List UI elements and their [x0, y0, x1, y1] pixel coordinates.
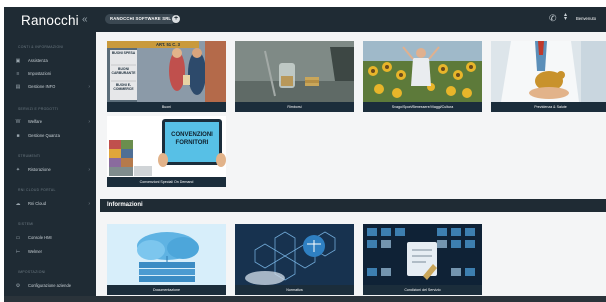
- chevron-right-icon: ›: [88, 118, 90, 125]
- card-image-title: FORNITORI: [175, 140, 209, 146]
- bracket-icon: ⊢: [15, 248, 21, 255]
- app-window: Ranocchi « CONTI & INFORMAZIONI ▣ Assist…: [4, 7, 606, 302]
- card-image: [235, 41, 354, 102]
- sidebar-item-label: Gestione Quanza: [28, 133, 60, 138]
- chevron-right-icon: ›: [88, 83, 90, 90]
- card-image: CONVENZIONI FORNITORI: [107, 116, 226, 177]
- sidebar-section-label: CONTI & INFORMAZIONI: [18, 45, 64, 49]
- sidebar-item-rni-cloud[interactable]: ☁ Rni Cloud ›: [14, 199, 94, 208]
- sliders-icon: ≡: [16, 70, 20, 77]
- sidebar-section-label: SISTEMI: [18, 222, 34, 226]
- section-title: Informazioni: [107, 202, 143, 208]
- card-image-header: ART. 51 C. 3: [156, 42, 180, 47]
- sidebar-item-label: Welmer: [28, 249, 43, 254]
- collapse-sidebar-icon[interactable]: «: [82, 14, 88, 25]
- sidebar-item-label: Gestione INFO: [28, 84, 56, 89]
- card-caption: Svago/Sport/Benessere/Viaggi/Cultura: [363, 102, 482, 112]
- bottom-strip: [4, 296, 606, 302]
- user-menu[interactable]: Benvenuto: [576, 16, 596, 21]
- welfare-icon: W: [15, 118, 21, 125]
- card-condizioni[interactable]: Condizioni del Servizio: [363, 224, 482, 295]
- gear-icon: ⚙: [15, 282, 21, 289]
- sidebar-item-label: Assistenza: [28, 58, 48, 63]
- card-convenzioni[interactable]: CONVENZIONI FORNITORI Convenzioni Specia…: [107, 116, 226, 187]
- card-image: ART. 51 C. 3 BUONI SPESA BUONI CARBURANT…: [107, 41, 226, 102]
- sidebar-section-label: IMPOSTAZIONI: [18, 270, 46, 274]
- main-content: ART. 51 C. 3 BUONI SPESA BUONI CARBURANT…: [96, 32, 606, 302]
- sort-arrows-icon[interactable]: ▴ ▾: [564, 12, 567, 22]
- sidebar-item-label: Console HMI: [28, 235, 52, 240]
- chevron-right-icon: ›: [88, 200, 90, 207]
- sidebar-section-label: STRUMENTI: [18, 154, 41, 158]
- sidebar-section-label: SERVIZI E PRODOTTI: [18, 107, 59, 111]
- card-image: [491, 41, 606, 102]
- card-previdenza[interactable]: Previdenza & Salute: [491, 41, 606, 112]
- sidebar-section-label: RNI CLOUD PORTAL: [18, 188, 56, 192]
- company-selector-button[interactable]: RANOCCHI SOFTWARE SRL: [105, 14, 177, 24]
- card-caption: Documentazione: [107, 285, 226, 295]
- add-company-icon[interactable]: +: [172, 15, 180, 23]
- card-svago[interactable]: Svago/Sport/Benessere/Viaggi/Cultura: [363, 41, 482, 112]
- card-caption: Rimborsi: [235, 102, 354, 112]
- card-image-text: BUONI SPESA: [111, 51, 136, 55]
- sidebar-item-ristorazione[interactable]: ✦ Ristorazione ›: [14, 165, 94, 174]
- briefcase-icon: ■: [16, 132, 20, 139]
- card-caption: Previdenza & Salute: [491, 102, 606, 112]
- sidebar-item-console-hmi[interactable]: ▭ Console HMI: [14, 233, 94, 242]
- monitor-icon: ▭: [15, 234, 21, 241]
- sidebar-item-label: Ristorazione: [28, 167, 51, 172]
- sidebar-item-label: Impostazioni: [28, 71, 51, 76]
- phone-icon[interactable]: ✆: [549, 13, 557, 24]
- card-image-text: BUONI CARBURANTE: [111, 67, 136, 75]
- sidebar-item-impostazioni[interactable]: ≡ Impostazioni: [14, 69, 94, 78]
- top-bar: RANOCCHI SOFTWARE SRL + ✆ ▴ ▾ Benvenuto: [96, 7, 606, 32]
- app-logo[interactable]: Ranocchi: [21, 13, 79, 28]
- sidebar-item-welmer[interactable]: ⊢ Welmer: [14, 247, 94, 256]
- wand-icon: ✦: [15, 166, 21, 173]
- chevron-right-icon: ›: [88, 166, 90, 173]
- card-caption: Buoni: [107, 102, 226, 112]
- card-image: [363, 41, 482, 102]
- card-caption: Normativa: [235, 285, 354, 295]
- card-caption: Convenzioni Speciali On Demand: [107, 177, 226, 187]
- sidebar-item-assistenza[interactable]: ▣ Assistenza: [14, 56, 94, 65]
- sidebar: Ranocchi « CONTI & INFORMAZIONI ▣ Assist…: [4, 7, 96, 302]
- sidebar-item-configurazione-aziende[interactable]: ⚙ Configurazione aziende: [14, 281, 94, 290]
- card-image-text: BUONI E-COMMERCE: [113, 83, 134, 91]
- card-image: [235, 224, 354, 285]
- sidebar-item-gestione-info[interactable]: ▤ Gestione INFO ›: [14, 82, 94, 91]
- card-caption: Condizioni del Servizio: [363, 285, 482, 295]
- card-rimborsi[interactable]: Rimborsi: [235, 41, 354, 112]
- sidebar-item-gestione-quanza[interactable]: ■ Gestione Quanza: [14, 131, 94, 140]
- sidebar-item-welfare[interactable]: W Welfare ›: [14, 117, 94, 126]
- card-image: [363, 224, 482, 285]
- info-box-icon: ▤: [15, 83, 21, 90]
- card-buoni[interactable]: ART. 51 C. 3 BUONI SPESA BUONI CARBURANT…: [107, 41, 226, 112]
- card-normativa[interactable]: Normativa: [235, 224, 354, 295]
- sidebar-item-label: Welfare: [28, 119, 43, 124]
- section-header: Informazioni: [100, 199, 606, 212]
- sidebar-item-label: Configurazione aziende: [28, 283, 72, 288]
- lock-icon: ▣: [15, 57, 21, 64]
- cloud-icon: ☁: [15, 200, 21, 207]
- card-image: [107, 224, 226, 285]
- card-documentazione[interactable]: Documentazione: [107, 224, 226, 295]
- card-image-title: CONVENZIONI: [171, 132, 213, 138]
- sidebar-item-label: Rni Cloud: [28, 201, 46, 206]
